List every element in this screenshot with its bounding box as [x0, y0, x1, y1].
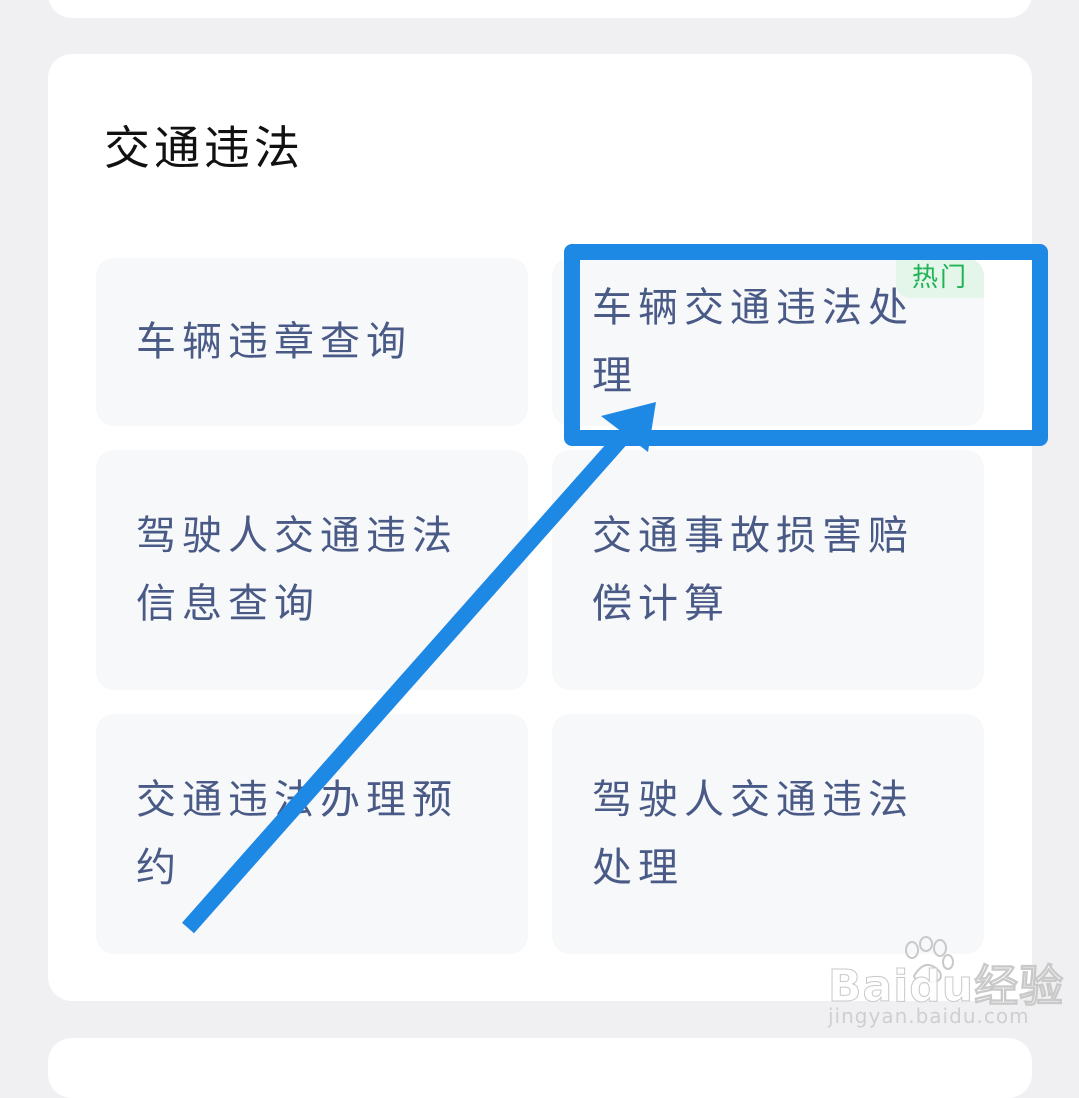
arrow-icon: [182, 402, 656, 934]
watermark-url: jingyan.baidu.com: [828, 1004, 1030, 1028]
